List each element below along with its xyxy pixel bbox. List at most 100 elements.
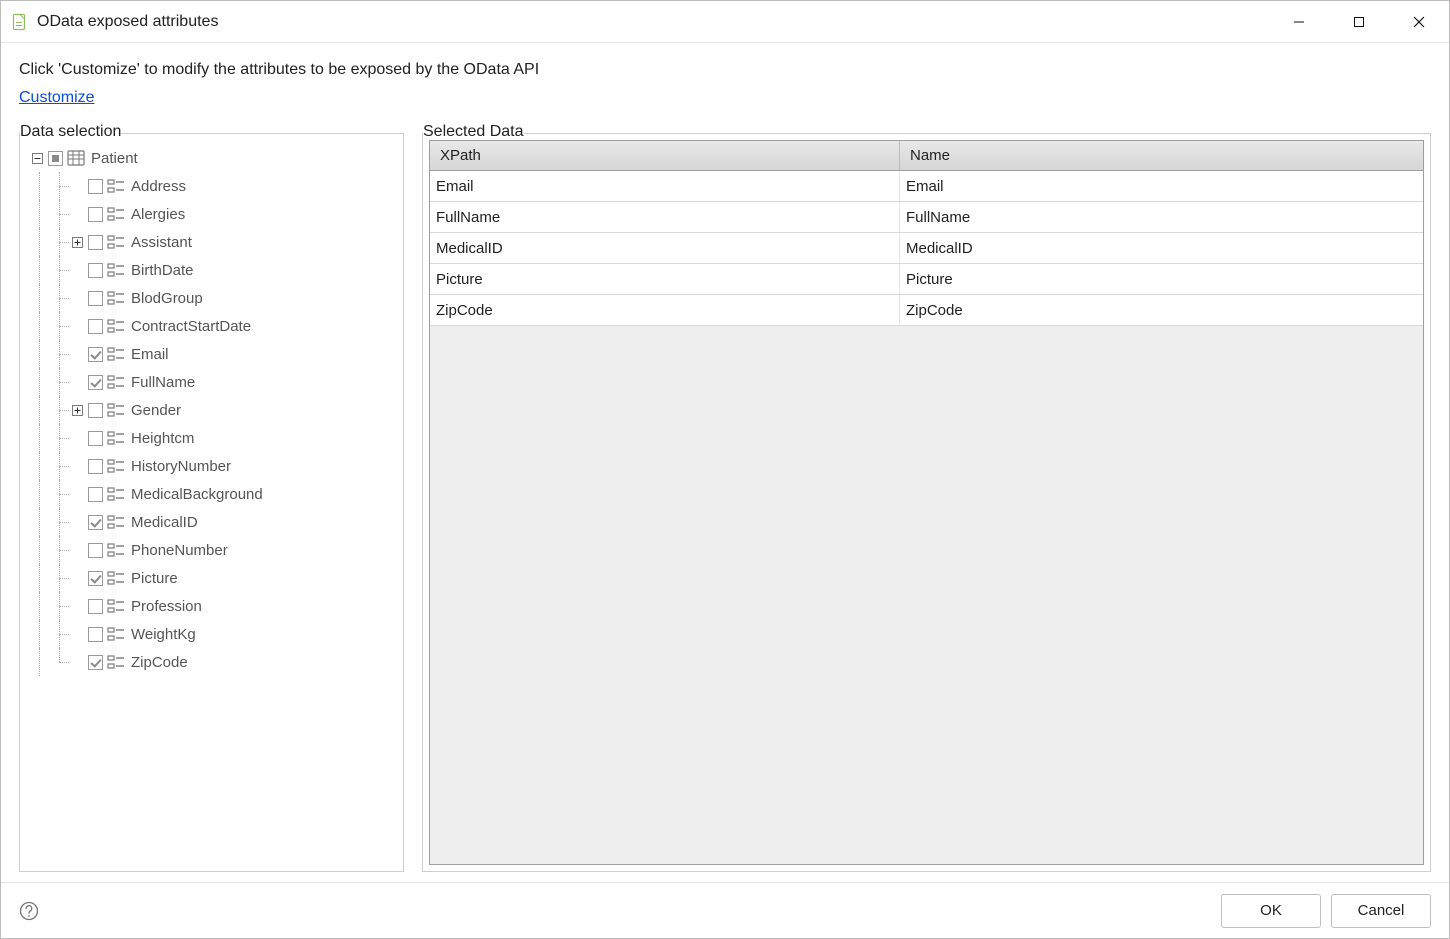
checkbox[interactable] bbox=[88, 291, 103, 306]
field-icon bbox=[107, 234, 125, 250]
instruction-text: Click 'Customize' to modify the attribut… bbox=[19, 61, 1431, 79]
table-row[interactable]: EmailEmail bbox=[430, 171, 1423, 202]
tree-node-label: Heightcm bbox=[131, 430, 194, 447]
table-row[interactable]: PicturePicture bbox=[430, 264, 1423, 295]
field-icon bbox=[107, 290, 125, 306]
attribute-tree[interactable]: Patient Address Alergies Assistant BirthDate… bbox=[26, 140, 397, 680]
expander-placeholder bbox=[70, 655, 84, 669]
field-icon bbox=[107, 402, 125, 418]
cell-xpath: FullName bbox=[430, 202, 900, 232]
field-icon bbox=[107, 486, 125, 502]
dialog-content: Click 'Customize' to modify the attribut… bbox=[1, 43, 1449, 882]
table-row[interactable]: ZipCodeZipCode bbox=[430, 295, 1423, 326]
field-icon bbox=[107, 458, 125, 474]
tree-node[interactable]: Email bbox=[30, 340, 393, 368]
checkbox[interactable] bbox=[88, 571, 103, 586]
ok-button[interactable]: OK bbox=[1221, 894, 1321, 928]
checkbox[interactable] bbox=[88, 403, 103, 418]
cell-xpath: ZipCode bbox=[430, 295, 900, 325]
col-header-xpath[interactable]: XPath bbox=[430, 141, 900, 171]
table-container: XPath Name EmailEmailFullNameFullNameMed… bbox=[429, 140, 1424, 865]
tree-node[interactable]: ContractStartDate bbox=[30, 312, 393, 340]
tree-node[interactable]: Address bbox=[30, 172, 393, 200]
checkbox[interactable] bbox=[88, 207, 103, 222]
window-title: OData exposed attributes bbox=[37, 13, 218, 31]
tree-node-label: BlodGroup bbox=[131, 290, 203, 307]
tree-node[interactable]: ZipCode bbox=[30, 648, 393, 676]
field-icon bbox=[107, 346, 125, 362]
field-icon bbox=[107, 318, 125, 334]
tree-node[interactable]: Heightcm bbox=[30, 424, 393, 452]
data-selection-panel: Data selection PatientAddressAlergiesAss… bbox=[19, 133, 404, 872]
tree-root[interactable]: Patient bbox=[30, 144, 393, 172]
field-icon bbox=[107, 654, 125, 670]
expand-icon[interactable] bbox=[70, 235, 84, 249]
tree-node-label: ZipCode bbox=[131, 654, 188, 671]
tree-node-label: Alergies bbox=[131, 206, 185, 223]
customize-link[interactable]: Customize bbox=[19, 89, 95, 107]
tree-node[interactable]: FullName bbox=[30, 368, 393, 396]
tree-node-label: HistoryNumber bbox=[131, 458, 231, 475]
tree-node[interactable]: WeightKg bbox=[30, 620, 393, 648]
expander-placeholder bbox=[70, 375, 84, 389]
tree-node-label: BirthDate bbox=[131, 262, 194, 279]
tree-node-label: Gender bbox=[131, 402, 181, 419]
cell-name: Email bbox=[900, 171, 1423, 201]
tree-node[interactable]: Picture bbox=[30, 564, 393, 592]
table-row[interactable]: FullNameFullName bbox=[430, 202, 1423, 233]
tree-node[interactable]: PhoneNumber bbox=[30, 536, 393, 564]
checkbox[interactable] bbox=[88, 487, 103, 502]
expander-placeholder bbox=[70, 263, 84, 277]
tree-node[interactable]: BirthDate bbox=[30, 256, 393, 284]
checkbox[interactable] bbox=[88, 347, 103, 362]
minimize-button[interactable] bbox=[1269, 1, 1329, 43]
close-button[interactable] bbox=[1389, 1, 1449, 43]
checkbox[interactable] bbox=[88, 515, 103, 530]
checkbox[interactable] bbox=[88, 179, 103, 194]
tree-node[interactable]: MedicalID bbox=[30, 508, 393, 536]
checkbox[interactable] bbox=[88, 655, 103, 670]
tree-node[interactable]: HistoryNumber bbox=[30, 452, 393, 480]
expander-placeholder bbox=[70, 543, 84, 557]
selected-data-panel: Selected Data XPath Name EmailEmailFullN… bbox=[422, 133, 1431, 872]
tree-node[interactable]: Gender bbox=[30, 396, 393, 424]
collapse-icon[interactable] bbox=[30, 151, 44, 165]
tree-root-label: Patient bbox=[91, 150, 138, 167]
checkbox[interactable] bbox=[88, 431, 103, 446]
table-icon bbox=[67, 150, 85, 166]
tree-node[interactable]: Alergies bbox=[30, 200, 393, 228]
col-header-name[interactable]: Name bbox=[900, 141, 1423, 171]
expand-icon[interactable] bbox=[70, 403, 84, 417]
expander-placeholder bbox=[70, 207, 84, 221]
expander-placeholder bbox=[70, 515, 84, 529]
checkbox[interactable] bbox=[88, 235, 103, 250]
cell-name: MedicalID bbox=[900, 233, 1423, 263]
tree-node[interactable]: MedicalBackground bbox=[30, 480, 393, 508]
checkbox[interactable] bbox=[88, 319, 103, 334]
table-body: EmailEmailFullNameFullNameMedicalIDMedic… bbox=[430, 171, 1423, 864]
checkbox[interactable] bbox=[48, 151, 63, 166]
cell-name: ZipCode bbox=[900, 295, 1423, 325]
checkbox[interactable] bbox=[88, 599, 103, 614]
cell-xpath: Picture bbox=[430, 264, 900, 294]
tree-node-label: FullName bbox=[131, 374, 195, 391]
field-icon bbox=[107, 206, 125, 222]
maximize-button[interactable] bbox=[1329, 1, 1389, 43]
help-icon[interactable] bbox=[19, 901, 39, 921]
checkbox[interactable] bbox=[88, 375, 103, 390]
checkbox[interactable] bbox=[88, 543, 103, 558]
field-icon bbox=[107, 570, 125, 586]
tree-node-label: PhoneNumber bbox=[131, 542, 228, 559]
checkbox[interactable] bbox=[88, 627, 103, 642]
tree-node-label: MedicalID bbox=[131, 514, 198, 531]
tree-node[interactable]: Profession bbox=[30, 592, 393, 620]
checkbox[interactable] bbox=[88, 459, 103, 474]
cancel-button[interactable]: Cancel bbox=[1331, 894, 1431, 928]
expander-placeholder bbox=[70, 459, 84, 473]
expander-placeholder bbox=[70, 347, 84, 361]
tree-node[interactable]: Assistant bbox=[30, 228, 393, 256]
data-selection-legend: Data selection bbox=[20, 123, 121, 141]
tree-node[interactable]: BlodGroup bbox=[30, 284, 393, 312]
table-row[interactable]: MedicalIDMedicalID bbox=[430, 233, 1423, 264]
checkbox[interactable] bbox=[88, 263, 103, 278]
